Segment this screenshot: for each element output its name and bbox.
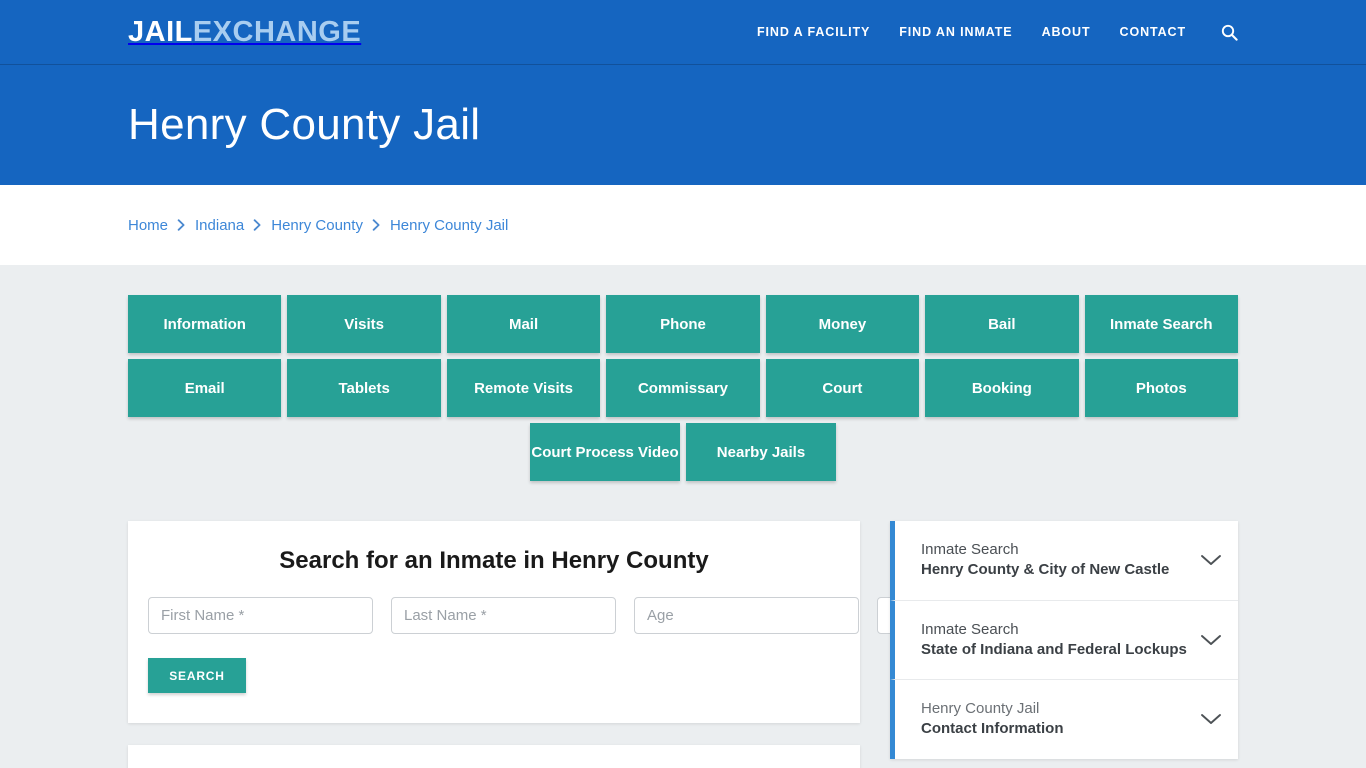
tile-button-remote-visits[interactable]: Remote Visits bbox=[446, 359, 601, 417]
nav-item-about[interactable]: ABOUT bbox=[1042, 25, 1091, 39]
accordion-item-line2: Contact Information bbox=[921, 720, 1064, 738]
page-title: Henry County Jail bbox=[128, 99, 481, 149]
accordion-item-line2: State of Indiana and Federal Lockups bbox=[921, 640, 1187, 658]
accordion-item-contact-information[interactable]: Henry County Jail Contact Information bbox=[890, 680, 1238, 759]
nav-item-contact[interactable]: CONTACT bbox=[1120, 25, 1186, 39]
primary-nav: FIND A FACILITY FIND AN INMATE ABOUT CON… bbox=[757, 24, 1238, 41]
inmate-search-title: Search for an Inmate in Henry County bbox=[279, 547, 709, 574]
nav-item-find-a-facility[interactable]: FIND A FACILITY bbox=[757, 25, 870, 39]
right-column: Inmate Search Henry County & City of New… bbox=[890, 521, 1238, 759]
section-nav-tiles: Information Visits Mail Phone Money Bail… bbox=[128, 265, 1238, 481]
tile-row-2: Email Tablets Remote Visits Commissary C… bbox=[128, 359, 1238, 417]
left-column: Search for an Inmate in Henry County Rac… bbox=[128, 521, 1039, 768]
tile-button-visits[interactable]: Visits bbox=[287, 295, 441, 353]
chevron-down-icon[interactable] bbox=[1200, 712, 1222, 726]
accordion-item-text: Inmate Search Henry County & City of New… bbox=[921, 540, 1190, 581]
content-columns: Search for an Inmate in Henry County Rac… bbox=[128, 487, 1238, 768]
breadcrumb-item-home[interactable]: Home bbox=[128, 217, 168, 234]
main-content: Information Visits Mail Phone Money Bail… bbox=[0, 265, 1366, 768]
hero-banner: Henry County Jail bbox=[0, 65, 1366, 185]
chevron-right-icon bbox=[372, 219, 381, 231]
tile-button-court[interactable]: Court bbox=[765, 359, 920, 417]
accordion-item-text: Inmate Search State of Indiana and Feder… bbox=[921, 620, 1190, 661]
accordion-item-inmate-search-state[interactable]: Inmate Search State of Indiana and Feder… bbox=[890, 600, 1238, 680]
search-button[interactable]: SEARCH bbox=[148, 658, 246, 693]
tile-button-bail[interactable]: Bail bbox=[925, 295, 1079, 353]
breadcrumb: Home Indiana Henry County Henry County J… bbox=[128, 217, 508, 234]
accordion-item-line1: Inmate Search bbox=[921, 541, 1019, 558]
last-name-input[interactable] bbox=[391, 597, 616, 634]
tile-button-inmate-search[interactable]: Inmate Search bbox=[1084, 295, 1238, 353]
chevron-right-icon bbox=[177, 219, 186, 231]
tile-button-commissary[interactable]: Commissary bbox=[606, 359, 760, 417]
accordion-item-line2: Henry County & City of New Castle bbox=[921, 561, 1170, 579]
breadcrumb-bar: Home Indiana Henry County Henry County J… bbox=[0, 185, 1366, 265]
breadcrumb-item-henry-county[interactable]: Henry County bbox=[271, 217, 363, 234]
inmate-search-fields: Race bbox=[148, 597, 1039, 634]
chevron-down-icon[interactable] bbox=[1200, 633, 1222, 647]
tile-button-mail[interactable]: Mail bbox=[446, 295, 601, 353]
first-name-input[interactable] bbox=[148, 597, 373, 634]
tile-button-phone[interactable]: Phone bbox=[606, 295, 760, 353]
search-icon[interactable] bbox=[1221, 24, 1238, 41]
site-logo[interactable]: JAILEXCHANGE bbox=[128, 15, 362, 48]
tile-button-court-process-video[interactable]: Court Process Video bbox=[530, 423, 680, 481]
tile-row-3: Court Process Video Nearby Jails bbox=[128, 423, 1238, 481]
logo-text-secondary: EXCHANGE bbox=[192, 15, 362, 48]
accordion-item-inmate-search-county[interactable]: Inmate Search Henry County & City of New… bbox=[890, 521, 1238, 601]
chevron-right-icon bbox=[253, 219, 262, 231]
tile-button-nearby-jails[interactable]: Nearby Jails bbox=[686, 423, 836, 481]
tile-button-money[interactable]: Money bbox=[765, 295, 920, 353]
tile-button-booking[interactable]: Booking bbox=[925, 359, 1079, 417]
breadcrumb-item-henry-county-jail[interactable]: Henry County Jail bbox=[390, 217, 508, 234]
accordion-item-text: Henry County Jail Contact Information bbox=[921, 699, 1190, 740]
top-navigation-bar: JAILEXCHANGE FIND A FACILITY FIND AN INM… bbox=[0, 0, 1366, 65]
chevron-down-icon[interactable] bbox=[1200, 553, 1222, 567]
tile-button-tablets[interactable]: Tablets bbox=[287, 359, 441, 417]
tile-button-photos[interactable]: Photos bbox=[1084, 359, 1238, 417]
inmate-search-card: Search for an Inmate in Henry County Rac… bbox=[128, 521, 1039, 723]
tile-row-1: Information Visits Mail Phone Money Bail… bbox=[128, 295, 1238, 353]
accordion-item-line1: Inmate Search bbox=[921, 620, 1019, 638]
tile-button-email[interactable]: Email bbox=[128, 359, 282, 417]
jail-information-card: Henry County Jail Information bbox=[128, 745, 860, 768]
tile-button-information[interactable]: Information bbox=[128, 295, 282, 353]
accordion-item-line1: Henry County Jail bbox=[921, 700, 1040, 717]
age-input[interactable] bbox=[634, 597, 859, 634]
nav-item-find-an-inmate[interactable]: FIND AN INMATE bbox=[899, 25, 1012, 39]
logo-text-primary: JAIL bbox=[128, 15, 193, 48]
sidebar-accordion: Inmate Search Henry County & City of New… bbox=[890, 521, 1238, 759]
breadcrumb-item-indiana[interactable]: Indiana bbox=[195, 217, 244, 234]
